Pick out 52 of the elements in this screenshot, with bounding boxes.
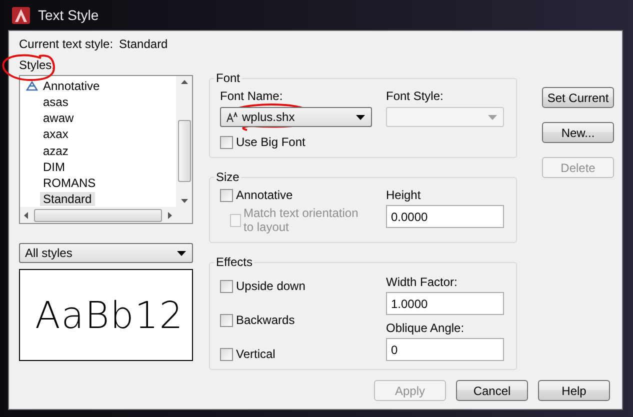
checkbox[interactable]	[220, 280, 233, 292]
checkbox[interactable]	[220, 314, 233, 326]
scroll-down-icon[interactable]	[180, 199, 188, 203]
dialog-button[interactable]: Cancel	[456, 380, 528, 401]
checkbox[interactable]	[220, 188, 233, 202]
dropdown-arrow-icon	[177, 250, 186, 256]
checkbox-label: Use Big Font	[236, 135, 306, 149]
scroll-left-icon[interactable]	[24, 212, 28, 218]
checkbox-label: Upside down	[236, 279, 306, 293]
style-item[interactable]: Standard	[40, 192, 95, 206]
style-item[interactable]: asas	[40, 95, 72, 110]
group-title: Font	[215, 71, 242, 85]
style-item[interactable]: ROMANS	[40, 176, 99, 190]
dialog-button[interactable]: Help	[538, 380, 610, 401]
field-label: Width Factor:	[386, 275, 458, 289]
style-item[interactable]: DIM	[40, 160, 68, 174]
dialog-button[interactable]: New...	[542, 122, 614, 143]
window-title: Text Style	[38, 7, 99, 23]
preview-text: AaBb12	[35, 294, 184, 336]
style-item[interactable]: azaz	[40, 144, 72, 158]
dropdown-arrow-icon	[488, 114, 497, 120]
scroll-right-icon[interactable]	[168, 212, 172, 218]
style-filter-dropdown[interactable]: All styles	[19, 243, 193, 263]
checkbox-label: Vertical	[236, 347, 276, 361]
group-title: Size	[215, 170, 240, 184]
styles-label: Styles:	[19, 58, 56, 72]
scroll-up-icon[interactable]	[180, 80, 188, 84]
horizontal-scrollbar[interactable]	[20, 207, 192, 223]
height-field[interactable]: 0.0000	[386, 205, 504, 228]
checkbox-label: Annotative	[236, 188, 293, 202]
current-style-value: Standard	[119, 37, 168, 51]
width-factor-field[interactable]: 1.0000	[386, 292, 504, 315]
field-label: Height	[386, 188, 422, 202]
style-item[interactable]: Annotative	[40, 79, 103, 94]
field-label: Oblique Angle:	[386, 321, 466, 335]
dialog-button[interactable]: Set Current	[542, 87, 614, 108]
current-style-label: Current text style:	[19, 37, 114, 51]
style-item[interactable]: awaw	[40, 111, 77, 126]
field-label: Font Name:	[220, 89, 284, 103]
checkbox[interactable]	[220, 136, 233, 148]
checkbox[interactable]	[220, 348, 233, 360]
checkbox-label: Match text orientation to layout	[244, 206, 360, 234]
field-label: Font Style:	[386, 89, 444, 103]
vertical-scrollbar[interactable]	[176, 76, 192, 207]
group-title: Effects	[215, 255, 254, 269]
app-logo-icon	[12, 6, 30, 24]
style-item[interactable]: axax	[40, 127, 72, 142]
dropdown-arrow-icon	[356, 114, 365, 120]
shx-font-icon	[226, 112, 238, 122]
font-name-dropdown[interactable]: wplus.shx	[220, 107, 372, 127]
checkbox-label: Backwards	[236, 313, 295, 327]
oblique-angle-field[interactable]: 0	[386, 338, 504, 361]
